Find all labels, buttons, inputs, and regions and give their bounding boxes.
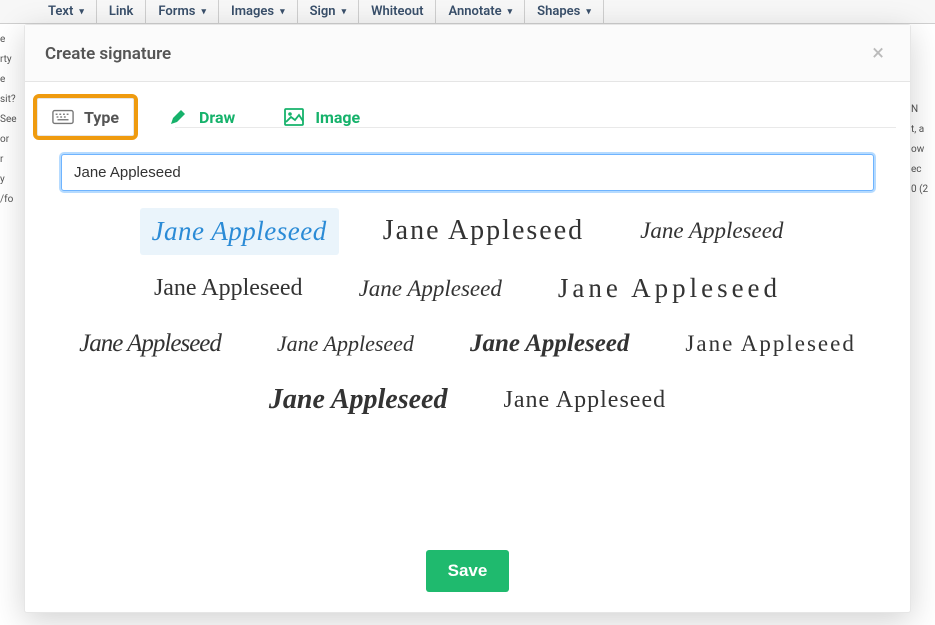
tab-image-label: Image xyxy=(315,108,360,127)
modal-body: Jane AppleseedJane AppleseedJane Applese… xyxy=(25,136,910,532)
background-toolbar: Text▾ Link Forms▾ Images▾ Sign▾ Whiteout… xyxy=(0,0,935,24)
signature-options-grid: Jane AppleseedJane AppleseedJane Applese… xyxy=(61,207,874,424)
close-icon[interactable]: × xyxy=(866,41,890,67)
background-text-right: Nt, aowec0 (2 xyxy=(911,100,935,200)
modal-title: Create signature xyxy=(45,44,171,64)
pencil-icon xyxy=(167,107,189,127)
signature-option[interactable]: Jane Appleseed xyxy=(371,207,596,255)
signature-option[interactable]: Jane Appleseed xyxy=(347,268,514,310)
signature-tabs: Type Draw Image xyxy=(25,82,910,136)
modal-footer: Save xyxy=(25,532,910,612)
signature-option[interactable]: Jane Appleseed xyxy=(673,323,867,365)
tab-image[interactable]: Image xyxy=(268,98,375,136)
keyboard-icon xyxy=(52,107,74,127)
signature-name-input[interactable] xyxy=(61,154,874,191)
signature-option[interactable]: Jane Appleseed xyxy=(491,379,678,422)
signature-option[interactable]: Jane Appleseed xyxy=(140,208,339,255)
signature-option[interactable]: Jane Appleseed xyxy=(458,322,641,366)
tab-type[interactable]: Type xyxy=(37,98,134,136)
save-button[interactable]: Save xyxy=(426,550,510,592)
signature-option[interactable]: Jane Appleseed xyxy=(628,210,795,252)
signature-option[interactable]: Jane Appleseed xyxy=(67,322,233,366)
tab-type-label: Type xyxy=(84,108,119,127)
tab-draw-label: Draw xyxy=(199,108,235,127)
signature-option[interactable]: Jane Appleseed xyxy=(142,267,315,310)
signature-option[interactable]: Jane Appleseed xyxy=(265,323,426,365)
image-icon xyxy=(283,107,305,127)
signature-option[interactable]: Jane Appleseed xyxy=(546,265,793,312)
tab-draw[interactable]: Draw xyxy=(152,98,250,136)
create-signature-modal: Create signature × Type Draw Image Jan xyxy=(24,24,911,613)
signature-option[interactable]: Jane Appleseed xyxy=(257,376,460,424)
modal-header: Create signature × xyxy=(25,25,910,82)
